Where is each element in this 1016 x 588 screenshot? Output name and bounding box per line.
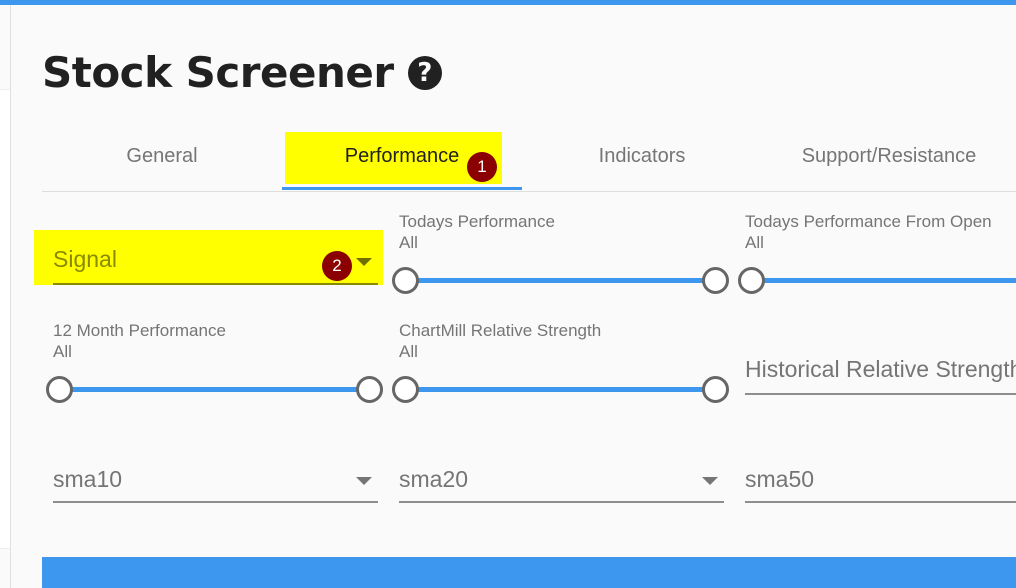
todays-performance-filter: Todays Performance All — [392, 212, 729, 297]
slider-track[interactable] — [405, 278, 716, 283]
sma20-select[interactable]: sma20 — [399, 460, 724, 503]
sidebar-panel — [0, 89, 10, 549]
sma10-value: sma10 — [53, 466, 123, 492]
slider-min-thumb[interactable] — [392, 376, 419, 403]
sma10-select[interactable]: sma10 — [53, 460, 378, 503]
chartmill-relative-strength-filter: ChartMill Relative Strength All — [392, 321, 729, 406]
chevron-down-icon — [356, 477, 372, 485]
slider-label: Todays Performance From Open — [745, 212, 992, 231]
slider-label: ChartMill Relative Strength — [399, 321, 602, 340]
slider-track[interactable] — [405, 387, 716, 392]
historical-relative-strength-select[interactable]: Historical Relative Strength — [745, 350, 1016, 395]
slider-min-thumb[interactable] — [738, 267, 765, 294]
slider-max-thumb[interactable] — [702, 376, 729, 403]
signal-select-underline — [53, 283, 378, 285]
slider-track[interactable] — [751, 278, 1016, 283]
sma50-value: sma50 — [745, 466, 815, 492]
sma20-value: sma20 — [399, 466, 469, 492]
slider-track[interactable] — [59, 387, 370, 392]
slider-value: All — [745, 233, 764, 252]
page-title: Stock Screener ? — [42, 48, 442, 97]
field-underline — [399, 501, 724, 503]
slider-value: All — [399, 233, 418, 252]
slider-max-thumb[interactable] — [702, 267, 729, 294]
signal-select-value: Signal — [53, 246, 117, 272]
tab-indicators[interactable]: Indicators — [522, 130, 762, 190]
slider-value: All — [399, 342, 418, 361]
question-circle-icon[interactable]: ? — [407, 55, 442, 90]
chevron-down-icon — [356, 258, 372, 266]
slider-min-thumb[interactable] — [392, 267, 419, 294]
todays-performance-from-open-filter: Todays Performance From Open All — [738, 212, 1016, 297]
12-month-performance-filter: 12 Month Performance All — [46, 321, 383, 406]
tab-general[interactable]: General — [42, 130, 282, 190]
active-tab-indicator — [282, 187, 522, 190]
chevron-down-icon — [702, 477, 718, 485]
annotation-badge-2: 2 — [322, 251, 352, 281]
annotation-badge-1: 1 — [467, 152, 497, 182]
tab-support-resistance[interactable]: Support/Resistance — [762, 130, 1016, 190]
slider-label: 12 Month Performance — [53, 321, 226, 340]
left-sidebar-edge — [0, 5, 11, 588]
slider-label: Todays Performance — [399, 212, 555, 231]
top-accent-bar — [0, 0, 1016, 5]
tab-bar: General Performance Indicators Support/R… — [42, 130, 1016, 192]
results-header-bar — [42, 557, 1016, 588]
slider-min-thumb[interactable] — [46, 376, 73, 403]
slider-max-thumb[interactable] — [356, 376, 383, 403]
field-underline — [745, 501, 1016, 503]
sma50-select[interactable]: sma50 — [745, 460, 1016, 503]
field-underline — [745, 393, 1016, 395]
field-underline — [53, 501, 378, 503]
page-title-text: Stock Screener — [42, 48, 394, 97]
slider-value: All — [53, 342, 72, 361]
historical-relative-strength-value: Historical Relative Strength — [745, 356, 1016, 382]
